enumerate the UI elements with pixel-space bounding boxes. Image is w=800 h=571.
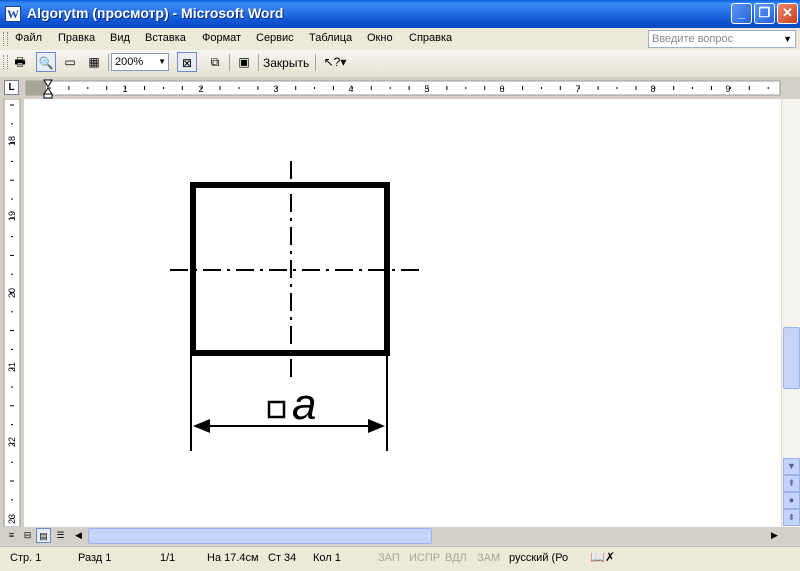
status-column: Кол 1 <box>313 552 341 564</box>
v-ruler-number: 19 <box>7 211 17 221</box>
status-pages: 1/1 <box>160 552 176 564</box>
previous-page-icon[interactable]: ⇞ <box>783 475 800 492</box>
scroll-down-icon[interactable]: ▼ <box>783 458 800 475</box>
menu-help[interactable]: Справка <box>409 32 452 44</box>
window-title: Algorytm (просмотр) - Microsoft Word <box>27 5 284 21</box>
scroll-right-icon[interactable]: ▶ <box>767 528 782 543</box>
h-ruler-number: 3 <box>273 84 278 94</box>
scroll-left-icon[interactable]: ◀ <box>71 528 86 543</box>
h-ruler-number: 6 <box>499 84 504 94</box>
status-language: русский (Ро <box>509 552 569 564</box>
dimension-arrow-right <box>368 419 385 433</box>
menu-tools[interactable]: Сервис <box>256 32 294 44</box>
spelling-status-icon[interactable]: 📖✗ <box>590 550 615 564</box>
menu-insert[interactable]: Вставка <box>145 32 186 44</box>
square-symbol-icon <box>267 400 286 419</box>
h-ruler-number: 5 <box>424 84 429 94</box>
v-ruler-number: 23 <box>7 514 17 524</box>
vertical-ruler-graphic: 18 19 20 21 22 23 <box>3 99 21 527</box>
tab-selector-button[interactable]: L <box>4 80 19 95</box>
menu-file[interactable]: Файл <box>15 32 42 44</box>
zoom-value: 200% <box>115 56 144 68</box>
close-window-button[interactable]: ✕ <box>777 3 798 24</box>
status-rec[interactable]: ЗАП <box>378 552 400 564</box>
minimize-button[interactable]: _ <box>731 3 752 24</box>
multiple-pages-icon[interactable]: ▦ <box>84 52 104 72</box>
toolbar-separator <box>315 54 316 71</box>
normal-view-icon[interactable]: ≡ <box>4 528 19 543</box>
status-line: Ст 34 <box>268 552 297 564</box>
v-ruler-number: 20 <box>7 288 17 298</box>
menu-format[interactable]: Формат <box>202 32 241 44</box>
vertical-scroll-thumb[interactable] <box>783 327 800 389</box>
h-ruler-number: 8 <box>650 84 655 94</box>
next-page-icon[interactable]: ⇟ <box>783 509 800 526</box>
full-screen-icon[interactable]: ▣ <box>234 52 254 72</box>
status-bar: Стр. 1 Разд 1 1/1 На 17.4см Ст 34 Кол 1 … <box>0 546 800 571</box>
h-ruler-number: 7 <box>575 84 580 94</box>
select-browse-object-icon[interactable]: ● <box>783 492 800 509</box>
context-help-icon[interactable]: ↖?▾ <box>320 52 350 72</box>
dimension-label: a <box>292 380 316 429</box>
status-page: Стр. 1 <box>10 552 42 564</box>
status-ovr[interactable]: ЗАМ <box>477 552 500 564</box>
menu-edit[interactable]: Правка <box>58 32 95 44</box>
status-at: На 17.4см <box>207 552 259 564</box>
web-layout-icon[interactable]: ⊟ <box>20 528 35 543</box>
menu-table[interactable]: Таблица <box>309 32 352 44</box>
horizontal-ruler: 1 2 3 4 5 6 7 8 9 <box>0 77 800 99</box>
h-ruler-number: 1 <box>122 84 127 94</box>
status-section: Разд 1 <box>78 552 112 564</box>
one-page-icon[interactable]: ▭ <box>60 52 80 72</box>
menubar-grip <box>3 32 8 46</box>
shrink-to-fit-icon[interactable]: ⧉ <box>205 52 225 72</box>
restore-button[interactable]: ❐ <box>754 3 775 24</box>
ask-question-box[interactable]: Введите вопрос ▼ <box>648 30 796 48</box>
h-ruler-number: 2 <box>198 84 203 94</box>
toolbar-separator <box>229 54 230 71</box>
title-bar: W Algorytm (просмотр) - Microsoft Word _… <box>0 0 800 28</box>
h-ruler-number: 9 <box>725 84 730 94</box>
toolbar-separator <box>108 54 109 71</box>
toolbar-separator <box>258 54 259 71</box>
chevron-down-icon[interactable]: ▼ <box>783 31 792 47</box>
close-preview-button[interactable]: Закрыть <box>263 56 309 70</box>
document-page[interactable]: a <box>24 99 781 527</box>
v-ruler-number: 22 <box>7 437 17 447</box>
toolbar-grip <box>3 55 8 69</box>
outline-view-icon[interactable]: ☰ <box>53 528 68 543</box>
v-ruler-number: 21 <box>7 362 17 372</box>
zoom-select[interactable]: 200% ▼ <box>111 53 169 71</box>
vertical-ruler: 18 19 20 21 22 23 <box>0 99 24 527</box>
v-ruler-number: 18 <box>7 136 17 146</box>
word-app-icon: W <box>5 6 21 22</box>
print-layout-icon[interactable]: ▤ <box>36 528 51 543</box>
status-trk[interactable]: ИСПР <box>409 552 440 564</box>
magnifier-icon[interactable]: 🔍 <box>36 52 56 72</box>
status-ext[interactable]: ВДЛ <box>445 552 467 564</box>
dimension-arrow-left <box>193 419 210 433</box>
square-drawing: a <box>170 161 420 451</box>
horizontal-scroll-thumb[interactable] <box>88 528 432 544</box>
horizontal-ruler-graphic: 1 2 3 4 5 6 7 8 9 <box>25 79 781 99</box>
menu-window[interactable]: Окно <box>367 32 393 44</box>
h-ruler-number: 4 <box>348 84 353 94</box>
view-ruler-icon[interactable]: ⊠ <box>177 52 197 72</box>
vertical-scrollbar[interactable]: ▼ ⇞ ● ⇟ <box>781 99 800 527</box>
ask-question-placeholder: Введите вопрос <box>652 33 734 45</box>
chevron-down-icon[interactable]: ▼ <box>158 54 166 70</box>
menu-view[interactable]: Вид <box>110 32 130 44</box>
print-icon[interactable]: 🖶 <box>10 52 30 72</box>
